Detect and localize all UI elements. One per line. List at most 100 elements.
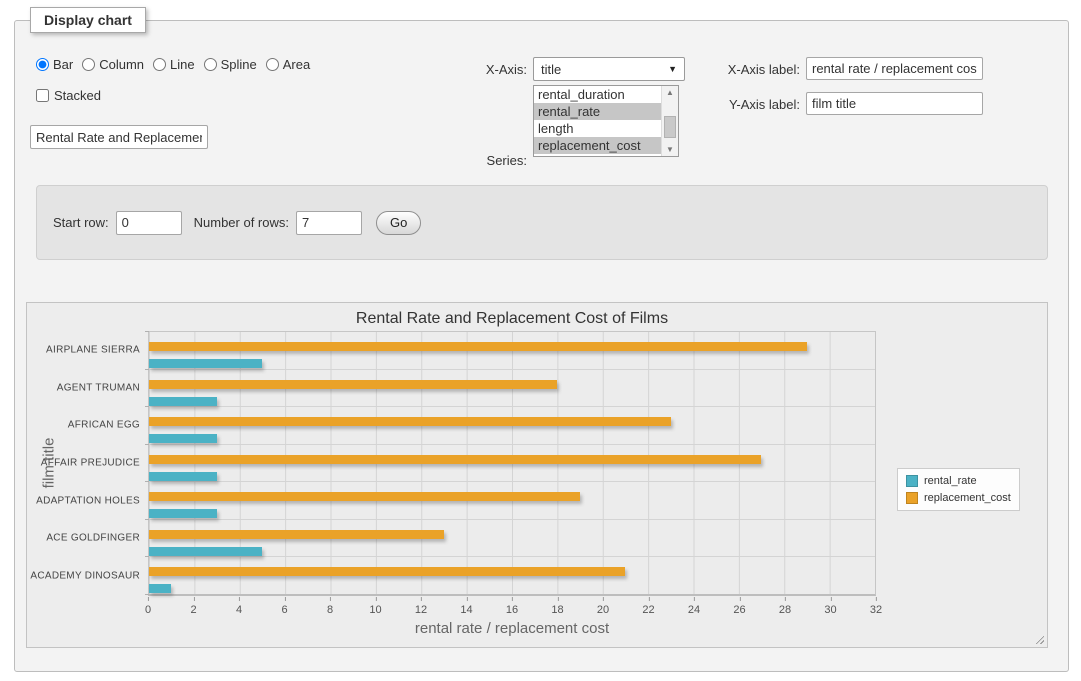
series-field-label: Series: <box>445 153 527 168</box>
resize-handle-icon[interactable] <box>1034 634 1044 644</box>
chart-title-input[interactable] <box>30 125 208 149</box>
stacked-option[interactable]: Stacked <box>36 88 101 103</box>
fieldset-legend: Display chart <box>30 7 146 33</box>
bar-rental_rate <box>149 397 217 406</box>
legend-swatch <box>906 492 918 504</box>
number-of-rows-input[interactable] <box>296 211 362 235</box>
scroll-up-icon[interactable]: ▲ <box>662 88 678 97</box>
x-tick-label: 14 <box>460 604 472 616</box>
display-chart-fieldset: Display chart BarColumnLineSplineArea St… <box>14 20 1069 672</box>
dropdown-arrow-icon: ▼ <box>668 64 677 74</box>
chart-type-radio-line[interactable] <box>153 58 166 71</box>
legend-label: replacement_cost <box>924 492 1011 504</box>
chart-type-radio-bar[interactable] <box>36 58 49 71</box>
x-tick-label: 10 <box>369 604 381 616</box>
chart-type-radio-spline[interactable] <box>204 58 217 71</box>
legend-item-rental_rate: rental_rate <box>906 475 1011 487</box>
x-axis-field-label: X-Axis: <box>445 62 527 77</box>
x-tick-label: 18 <box>551 604 563 616</box>
scrollbar-thumb[interactable] <box>664 116 676 138</box>
chart-row: AFRICAN EGG <box>149 407 875 445</box>
x-tick-label: 26 <box>733 604 745 616</box>
chart-type-label: Column <box>99 57 144 72</box>
plot-area: AIRPLANE SIERRAAGENT TRUMANAFRICAN EGGAF… <box>148 331 876 596</box>
series-option-rental_rate[interactable]: rental_rate <box>534 103 661 120</box>
chart-type-option-line[interactable]: Line <box>153 57 195 72</box>
chart-row: AIRPLANE SIERRA <box>149 332 875 370</box>
chart-container: Rental Rate and Replacement Cost of Film… <box>26 302 1048 648</box>
y-axis-label-input[interactable] <box>806 92 983 115</box>
stacked-label: Stacked <box>54 88 101 103</box>
x-tick-label: 0 <box>145 604 151 616</box>
x-tick-label: 16 <box>506 604 518 616</box>
chart-type-label: Area <box>283 57 310 72</box>
chart-row: AFFAIR PREJUDICE <box>149 445 875 483</box>
row-controls-band: Start row: Number of rows: Go <box>36 185 1048 260</box>
y-axis-label-field-label: Y-Axis label: <box>687 97 800 112</box>
chart-type-option-column[interactable]: Column <box>82 57 144 72</box>
category-label: ACADEMY DINOSAUR <box>30 570 140 581</box>
page: Display chart Bar Column Line Spline Area St… <box>0 0 1081 681</box>
chart-type-radio-column[interactable] <box>82 58 95 71</box>
start-row-label: Start row: <box>53 215 109 230</box>
category-label: AFRICAN EGG <box>68 420 140 431</box>
series-list-items: rental_durationrental_ratelengthreplacem… <box>534 86 661 156</box>
series-option-length[interactable]: length <box>534 120 661 137</box>
stacked-checkbox[interactable] <box>36 89 49 102</box>
x-axis-label-field-label: X-Axis label: <box>687 62 800 77</box>
legend-label: rental_rate <box>924 475 977 487</box>
start-row-input[interactable] <box>116 211 182 235</box>
x-tick-label: 22 <box>642 604 654 616</box>
scroll-down-icon[interactable]: ▼ <box>662 145 678 154</box>
bar-replacement_cost <box>149 530 444 539</box>
x-tick-label: 8 <box>327 604 333 616</box>
go-button[interactable]: Go <box>376 211 421 235</box>
x-axis-selected-value: title <box>541 62 561 77</box>
x-tick-label: 28 <box>779 604 791 616</box>
category-label: AGENT TRUMAN <box>57 382 140 393</box>
chart-type-radio-area[interactable] <box>266 58 279 71</box>
x-tick-label: 24 <box>688 604 700 616</box>
chart-type-label: Line <box>170 57 195 72</box>
x-tick-label: 6 <box>281 604 287 616</box>
bar-rental_rate <box>149 584 171 593</box>
bar-replacement_cost <box>149 455 761 464</box>
chart-row: AGENT TRUMAN <box>149 370 875 408</box>
x-tick-label: 4 <box>236 604 242 616</box>
bar-replacement_cost <box>149 417 671 426</box>
bar-rental_rate <box>149 509 217 518</box>
chart-x-axis-title: rental rate / replacement cost <box>148 620 876 637</box>
chart-row: ACADEMY DINOSAUR <box>149 557 875 594</box>
bar-replacement_cost <box>149 567 625 576</box>
category-label: AIRPLANE SIERRA <box>46 345 140 356</box>
chart-title: Rental Rate and Replacement Cost of Film… <box>148 310 876 328</box>
x-axis-select[interactable]: title ▼ <box>533 57 685 81</box>
chart-type-label: Spline <box>221 57 257 72</box>
series-option-rental_duration[interactable]: rental_duration <box>534 86 661 103</box>
x-tick-label: 12 <box>415 604 427 616</box>
chart-type-option-bar[interactable]: Bar <box>36 57 73 72</box>
plot-area-wrapper: AIRPLANE SIERRAAGENT TRUMANAFRICAN EGGAF… <box>148 331 876 596</box>
chart-type-option-area[interactable]: Area <box>266 57 310 72</box>
legend-swatch <box>906 475 918 487</box>
series-option-replacement_cost[interactable]: replacement_cost <box>534 137 661 154</box>
x-axis-ticks: 02468101214161820222426283032 <box>148 596 876 620</box>
x-tick-label: 2 <box>190 604 196 616</box>
bar-rental_rate <box>149 547 262 556</box>
bar-rental_rate <box>149 434 217 443</box>
x-axis-label-input[interactable] <box>806 57 983 80</box>
chart-type-label: Bar <box>53 57 73 72</box>
category-label: ADAPTATION HOLES <box>36 495 140 506</box>
bar-replacement_cost <box>149 342 807 351</box>
bar-replacement_cost <box>149 492 580 501</box>
bar-rental_rate <box>149 472 217 481</box>
category-label: AFFAIR PREJUDICE <box>41 458 140 469</box>
chart-type-radio-group: Bar Column Line Spline Area <box>36 57 310 72</box>
x-tick-label: 32 <box>870 604 882 616</box>
chart-type-option-spline[interactable]: Spline <box>204 57 257 72</box>
series-scrollbar[interactable]: ▲ ▼ <box>661 86 678 156</box>
series-listbox[interactable]: rental_durationrental_ratelengthreplacem… <box>533 85 679 157</box>
bar-rental_rate <box>149 359 262 368</box>
bar-replacement_cost <box>149 380 557 389</box>
x-tick-label: 20 <box>597 604 609 616</box>
